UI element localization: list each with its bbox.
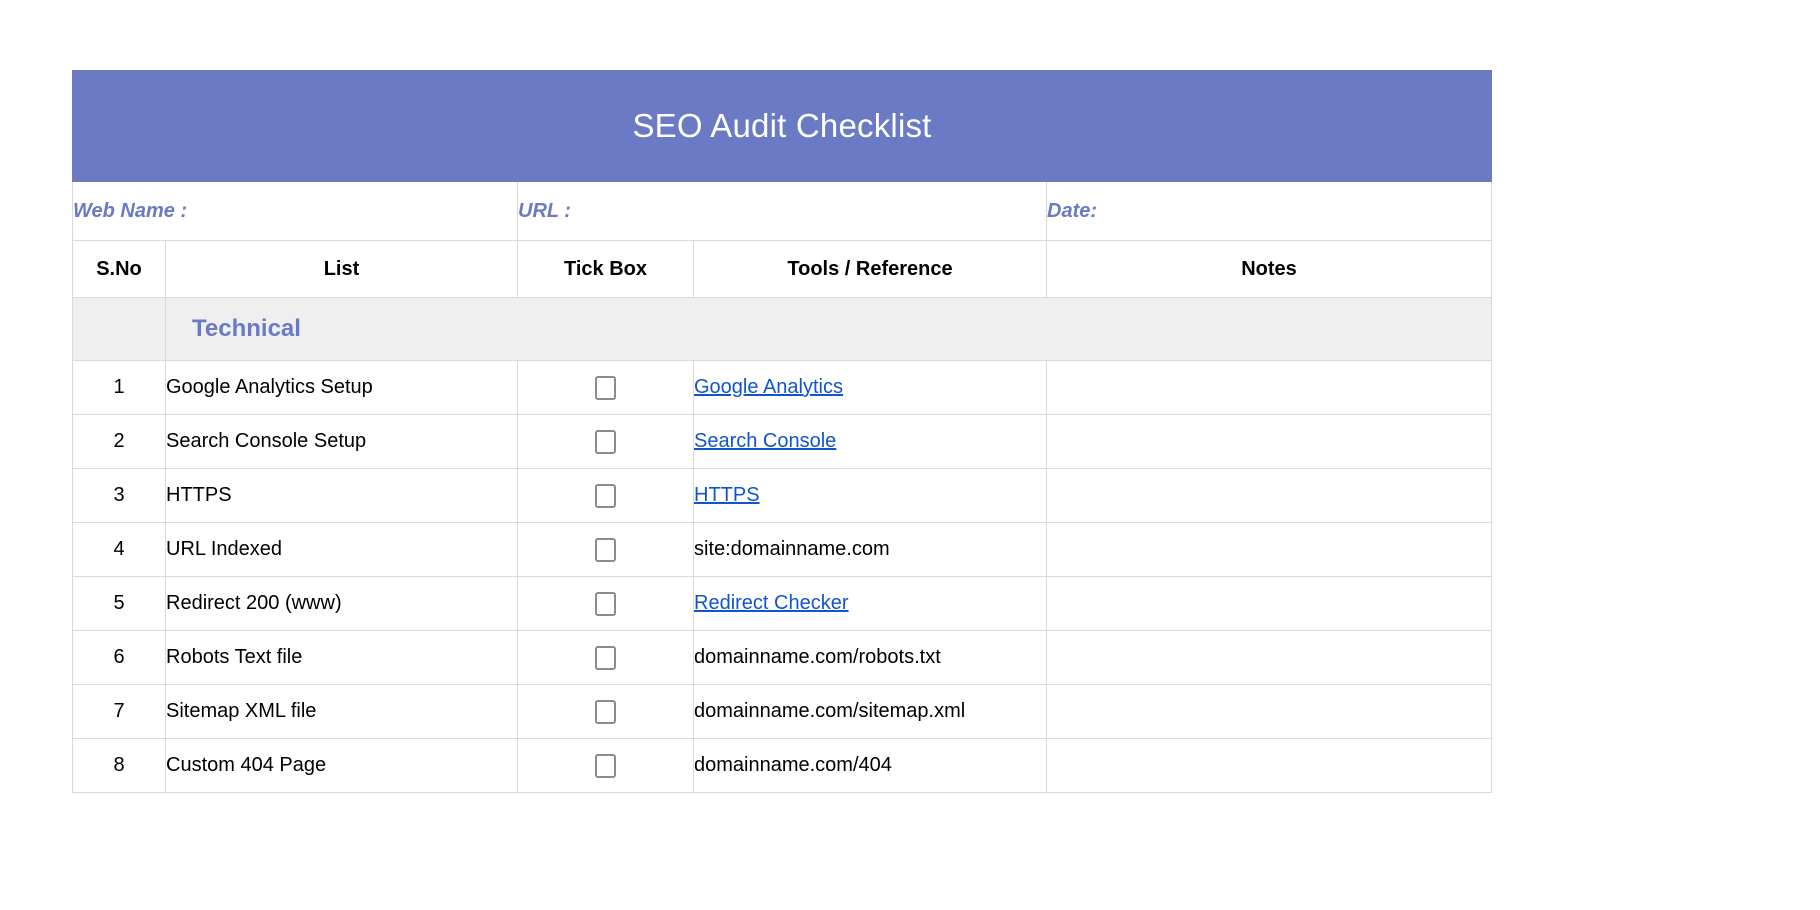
row-notes-cell[interactable]: [1047, 739, 1492, 793]
row-tick-cell[interactable]: [518, 739, 694, 793]
checkbox-icon[interactable]: [595, 484, 616, 508]
row-tick-cell[interactable]: [518, 415, 694, 469]
checklist-table: SEO Audit Checklist Web Name : URL : Dat…: [72, 70, 1492, 793]
row-reference-cell: site:domainname.com: [694, 523, 1047, 577]
row-reference-cell: domainname.com/404: [694, 739, 1047, 793]
table-row: 7Sitemap XML file domainname.com/sitemap.…: [73, 685, 1492, 739]
row-reference-cell[interactable]: Search Console: [694, 415, 1047, 469]
date-label: Date:: [1047, 200, 1097, 222]
row-item-label: Robots Text file: [166, 631, 518, 685]
reference-text: domainname.com/404: [694, 754, 892, 776]
reference-link[interactable]: Google Analytics: [694, 376, 843, 398]
column-header-tools-reference: Tools / Reference: [694, 241, 1047, 298]
row-reference-cell[interactable]: Redirect Checker: [694, 577, 1047, 631]
row-reference-cell[interactable]: Google Analytics: [694, 361, 1047, 415]
reference-link[interactable]: HTTPS: [694, 484, 760, 506]
checkbox-icon[interactable]: [595, 538, 616, 562]
row-tick-cell[interactable]: [518, 361, 694, 415]
checkbox-icon[interactable]: [595, 430, 616, 454]
row-reference-cell: domainname.com/robots.txt: [694, 631, 1047, 685]
row-notes-cell[interactable]: [1047, 523, 1492, 577]
row-reference-cell: domainname.com/sitemap.xml: [694, 685, 1047, 739]
table-row: 6Robots Text file domainname.com/robots.t…: [73, 631, 1492, 685]
row-serial-number: 2: [73, 415, 166, 469]
page-title: SEO Audit Checklist: [73, 71, 1491, 181]
column-header-tick-box: Tick Box: [518, 241, 694, 298]
row-serial-number: 4: [73, 523, 166, 577]
column-header-list: List: [166, 241, 518, 298]
url-label: URL :: [518, 200, 571, 222]
row-reference-cell[interactable]: HTTPS: [694, 469, 1047, 523]
row-notes-cell[interactable]: [1047, 631, 1492, 685]
table-row: 1Google Analytics Setup Google Analytics: [73, 361, 1492, 415]
row-serial-number: 5: [73, 577, 166, 631]
url-field[interactable]: URL :: [518, 182, 1047, 241]
row-notes-cell[interactable]: [1047, 469, 1492, 523]
column-header-notes: Notes: [1047, 241, 1492, 298]
table-row: 4URL Indexed site:domainname.com: [73, 523, 1492, 577]
reference-text: domainname.com/sitemap.xml: [694, 700, 965, 722]
table-row: 5Redirect 200 (www) Redirect Checker: [73, 577, 1492, 631]
checkbox-icon[interactable]: [595, 592, 616, 616]
row-tick-cell[interactable]: [518, 469, 694, 523]
row-tick-cell[interactable]: [518, 631, 694, 685]
section-spacer-cell: [73, 298, 166, 361]
row-item-label: URL Indexed: [166, 523, 518, 577]
row-serial-number: 3: [73, 469, 166, 523]
title-row: SEO Audit Checklist: [73, 71, 1492, 182]
row-tick-cell[interactable]: [518, 685, 694, 739]
row-item-label: Google Analytics Setup: [166, 361, 518, 415]
row-serial-number: 6: [73, 631, 166, 685]
column-header-row: S.No List Tick Box Tools / Reference Not…: [73, 241, 1492, 298]
date-field[interactable]: Date:: [1047, 182, 1492, 241]
reference-text: site:domainname.com: [694, 538, 890, 560]
row-item-label: Search Console Setup: [166, 415, 518, 469]
column-header-sno: S.No: [73, 241, 166, 298]
checkbox-icon[interactable]: [595, 376, 616, 400]
reference-link[interactable]: Search Console: [694, 430, 836, 452]
row-item-label: Sitemap XML file: [166, 685, 518, 739]
row-notes-cell[interactable]: [1047, 577, 1492, 631]
section-title-cell: Technical: [166, 298, 1492, 361]
web-name-label: Web Name :: [73, 200, 187, 222]
row-serial-number: 1: [73, 361, 166, 415]
checkbox-icon[interactable]: [595, 700, 616, 724]
web-name-field[interactable]: Web Name :: [73, 182, 518, 241]
row-item-label: Custom 404 Page: [166, 739, 518, 793]
checkbox-icon[interactable]: [595, 754, 616, 778]
row-tick-cell[interactable]: [518, 577, 694, 631]
row-serial-number: 7: [73, 685, 166, 739]
row-item-label: HTTPS: [166, 469, 518, 523]
row-notes-cell[interactable]: [1047, 361, 1492, 415]
row-notes-cell[interactable]: [1047, 415, 1492, 469]
meta-row: Web Name : URL : Date:: [73, 182, 1492, 241]
reference-link[interactable]: Redirect Checker: [694, 592, 849, 614]
checklist-body: Technical1Google Analytics Setup Google A…: [73, 298, 1492, 793]
section-label: Technical: [166, 315, 1491, 343]
section-header-row: Technical: [73, 298, 1492, 361]
reference-text: domainname.com/robots.txt: [694, 646, 941, 668]
row-serial-number: 8: [73, 739, 166, 793]
row-notes-cell[interactable]: [1047, 685, 1492, 739]
row-item-label: Redirect 200 (www): [166, 577, 518, 631]
table-row: 8Custom 404 Page domainname.com/404: [73, 739, 1492, 793]
table-row: 2Search Console Setup Search Console: [73, 415, 1492, 469]
row-tick-cell[interactable]: [518, 523, 694, 577]
document-title-cell: SEO Audit Checklist: [73, 71, 1492, 182]
table-row: 3HTTPSHTTPS: [73, 469, 1492, 523]
seo-audit-checklist-sheet: SEO Audit Checklist Web Name : URL : Dat…: [72, 70, 1491, 793]
checkbox-icon[interactable]: [595, 646, 616, 670]
